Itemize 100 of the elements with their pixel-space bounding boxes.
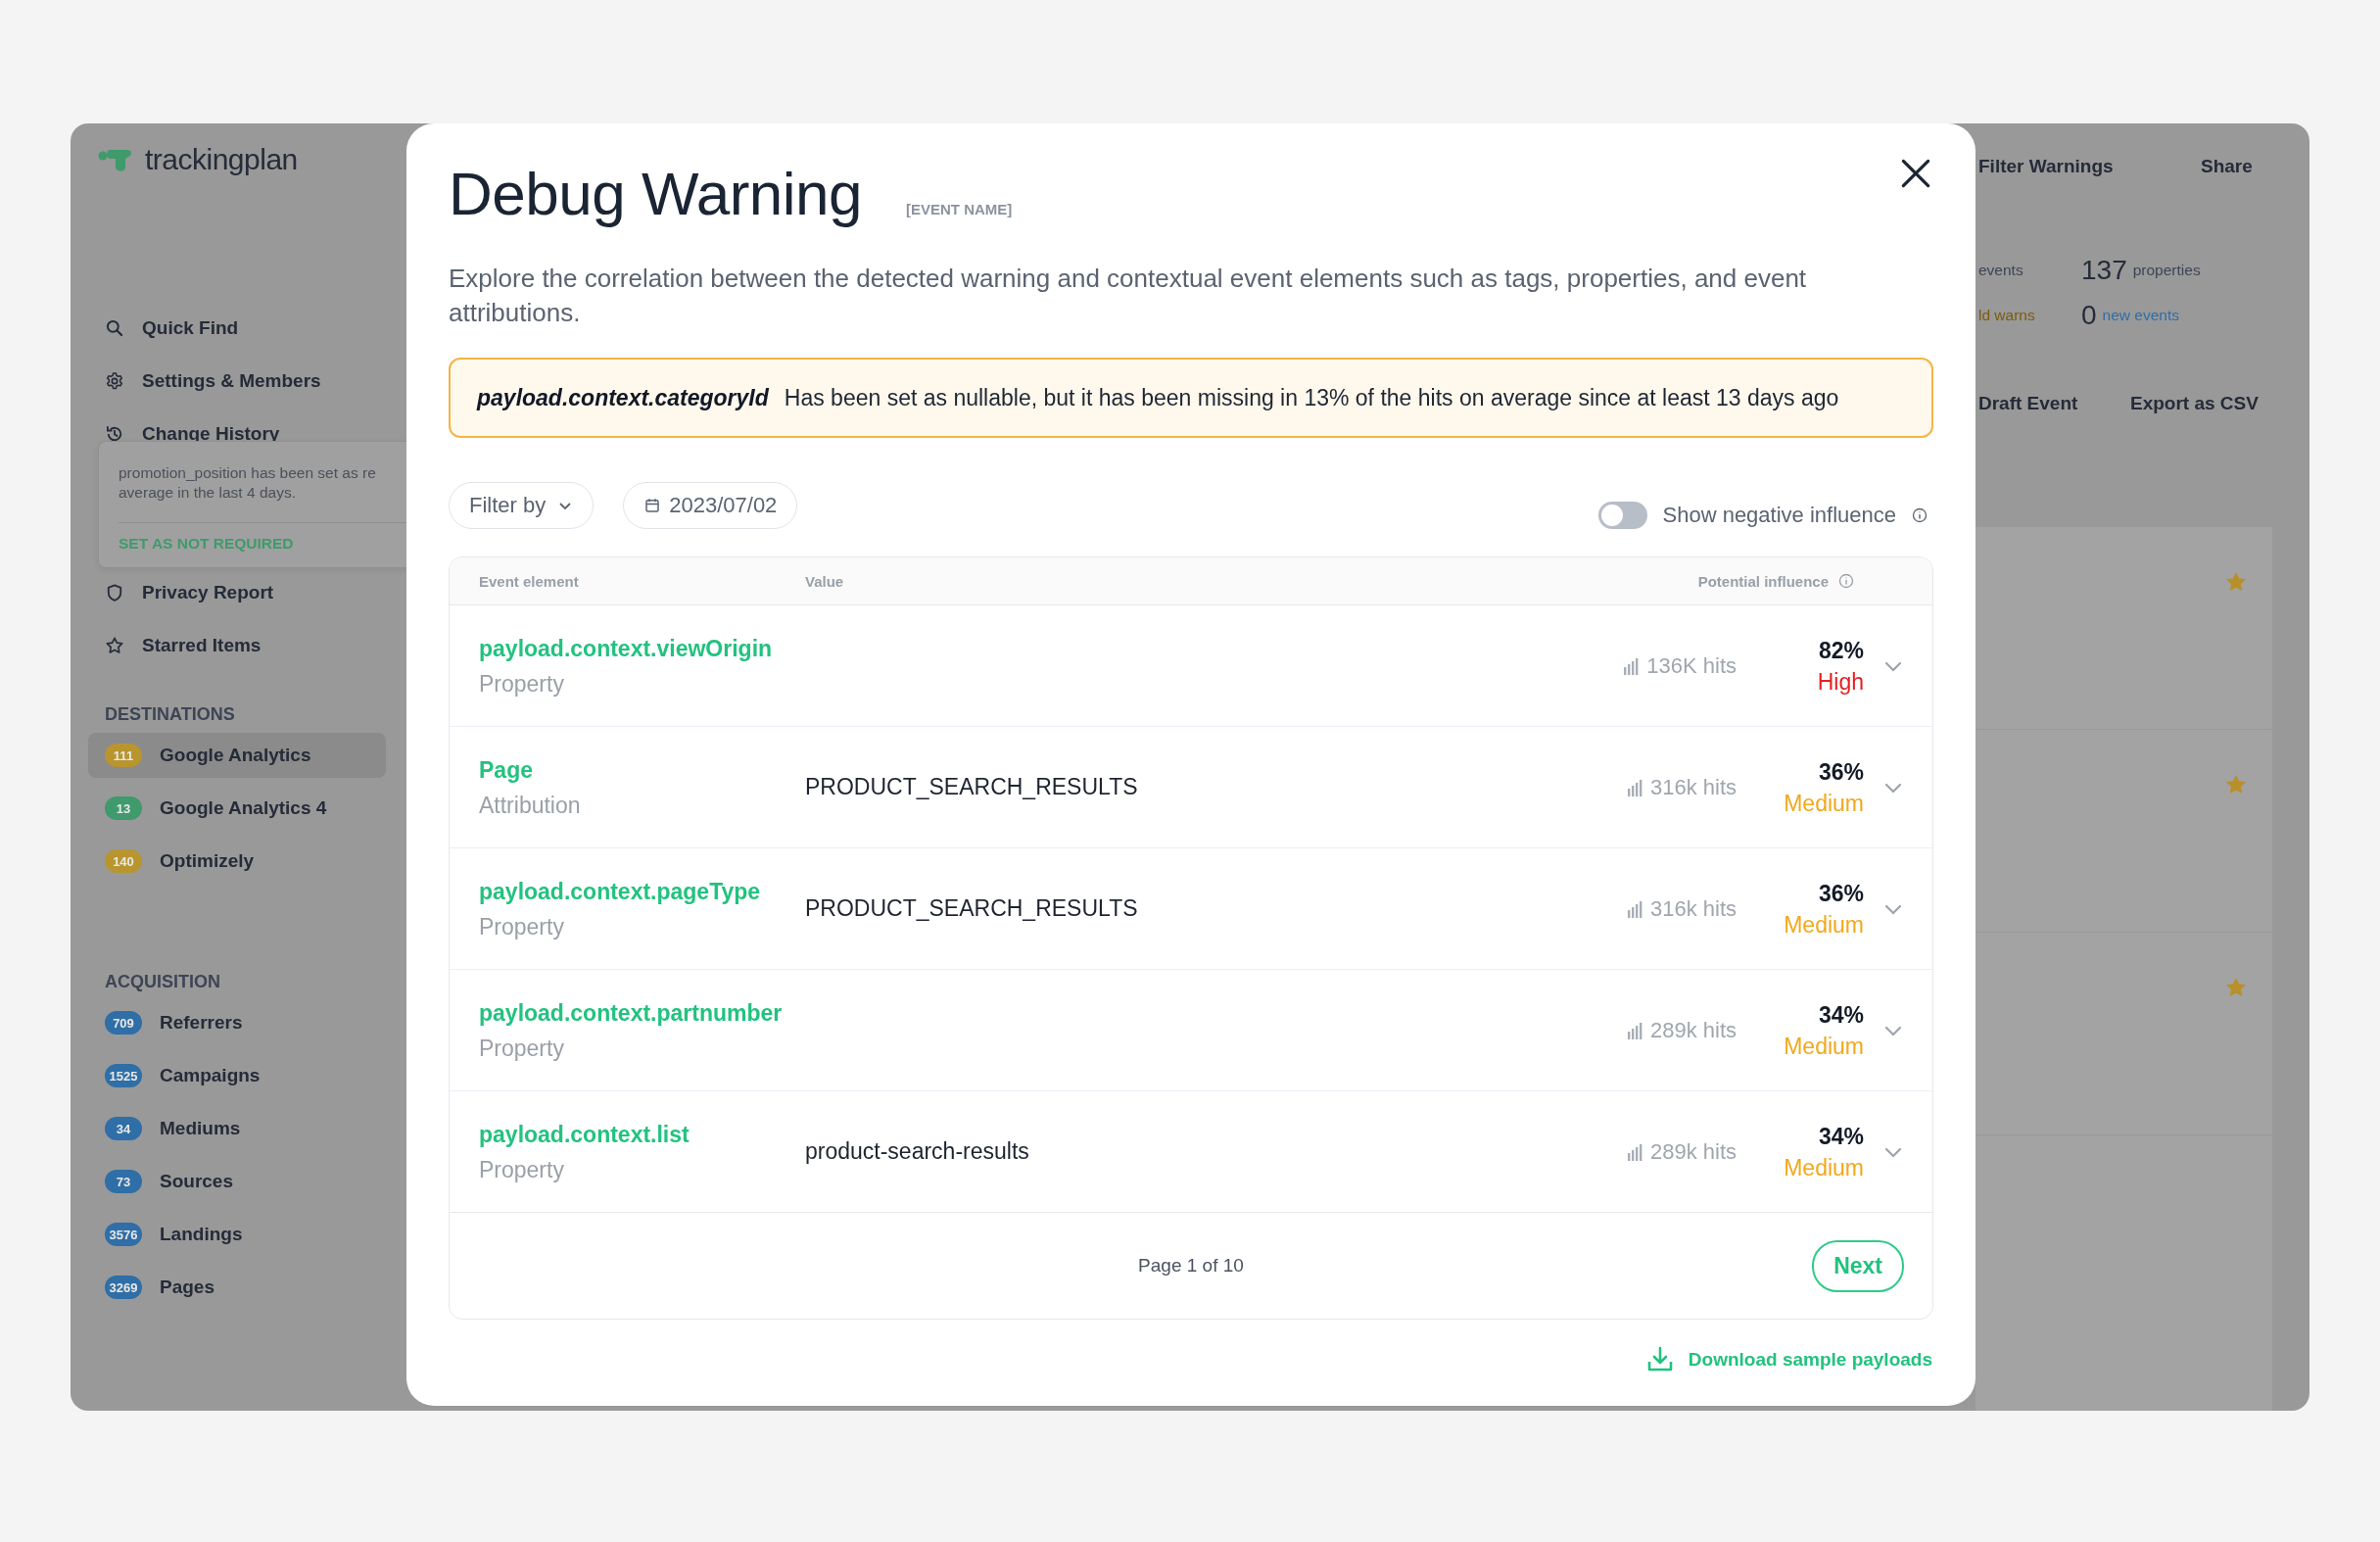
date-picker-button[interactable]: 2023/07/02 xyxy=(623,482,798,529)
nav-item[interactable]: Quick Find xyxy=(71,302,404,355)
info-icon xyxy=(1838,573,1854,589)
share-button[interactable]: Share xyxy=(2201,156,2253,177)
element-type: Attribution xyxy=(479,791,582,820)
item-label: Google Analytics xyxy=(160,745,311,766)
element-type: Property xyxy=(479,912,565,941)
influence-percent: 82% xyxy=(1817,636,1864,665)
bar-chart-icon xyxy=(1626,778,1642,796)
count-badge: 13 xyxy=(105,796,142,820)
hits-count: 316k hits xyxy=(1649,774,1737,800)
info-icon xyxy=(1912,507,1928,523)
tooltip-text: promotion_position has been set as re xyxy=(119,463,377,483)
element-value: PRODUCT_SEARCH_RESULTS xyxy=(805,895,1138,921)
draft-event-button[interactable]: Draft Event xyxy=(1978,393,2130,414)
sidebar-item[interactable]: 111 Google Analytics xyxy=(88,733,386,778)
sidebar-item[interactable]: 34 Mediums xyxy=(88,1106,386,1151)
bar-chart-icon xyxy=(1626,1021,1642,1039)
filter-dropdown[interactable]: Filter by xyxy=(449,482,595,529)
export-csv-button[interactable]: Export as CSV xyxy=(2130,393,2259,414)
count-badge: 34 xyxy=(105,1117,142,1140)
hits-count: 316k hits xyxy=(1649,895,1737,922)
count-badge: 3576 xyxy=(105,1223,142,1246)
sidebar-item[interactable]: 3576 Landings xyxy=(88,1212,386,1257)
star-icon[interactable] xyxy=(2225,977,2247,998)
stat-label: properties xyxy=(2132,262,2201,279)
filter-warnings-button[interactable]: Filter Warnings xyxy=(1978,156,2201,177)
element-type: Property xyxy=(479,1155,565,1184)
star-icon[interactable] xyxy=(2225,571,2247,593)
logo-text: trackingplan xyxy=(145,143,298,176)
sidebar-item[interactable]: 709 Referrers xyxy=(88,1000,386,1045)
item-label: Landings xyxy=(160,1224,243,1245)
event-element-name: Page xyxy=(479,755,534,785)
count-badge: 1525 xyxy=(105,1064,142,1087)
sidebar-item[interactable]: 73 Sources xyxy=(88,1159,386,1204)
column-header: Potential influence xyxy=(1697,572,1829,590)
element-type: Property xyxy=(479,669,565,699)
bar-chart-icon xyxy=(1626,1142,1642,1161)
influence-level: Medium xyxy=(1783,1032,1864,1061)
hits-count: 289k hits xyxy=(1649,1017,1737,1043)
stat-label: new events xyxy=(2102,307,2179,324)
event-name-tag: [EVENT NAME] xyxy=(906,201,1013,217)
sidebar-item[interactable]: 1525 Campaigns xyxy=(88,1053,386,1098)
item-label: Campaigns xyxy=(160,1065,261,1086)
stat-value: 0 xyxy=(2081,300,2097,331)
negative-influence-toggle[interactable] xyxy=(1597,502,1647,529)
count-badge: 73 xyxy=(105,1170,142,1193)
influence-percent: 36% xyxy=(1817,757,1864,787)
section-heading: ACQUISITION xyxy=(104,971,221,993)
star-icon xyxy=(105,636,124,655)
modal-title: Debug Warning xyxy=(449,163,862,225)
stat-value: 137 xyxy=(2081,255,2127,286)
hits-count: 136K hits xyxy=(1646,652,1737,679)
influence-level: Medium xyxy=(1783,789,1864,818)
star-icon[interactable] xyxy=(2225,774,2247,795)
history-icon xyxy=(105,424,124,444)
column-header: Event element xyxy=(478,572,580,590)
item-label: Pages xyxy=(160,1277,214,1298)
event-element-name: payload.context.viewOrigin xyxy=(479,634,774,663)
influence-level: Medium xyxy=(1783,1153,1864,1182)
sidebar-item[interactable]: 13 Google Analytics 4 xyxy=(88,786,386,831)
stat-label: events xyxy=(1978,262,2024,279)
item-label: Referrers xyxy=(160,1012,243,1034)
event-element-name: payload.context.list xyxy=(479,1120,690,1149)
count-badge: 3269 xyxy=(105,1276,142,1299)
search-icon xyxy=(105,318,124,338)
section-heading: DESTINATIONS xyxy=(104,703,236,726)
warning-message: Has been set as nullable, but it has been missing in 13% of the hits on average since at least 13 days ago xyxy=(784,384,1839,411)
column-header: Value xyxy=(805,572,845,590)
influence-level: Medium xyxy=(1783,910,1864,940)
hits-count: 289k hits xyxy=(1649,1138,1737,1165)
nav-item[interactable]: Change History xyxy=(71,408,404,460)
nav-item[interactable]: Settings & Members xyxy=(71,355,404,408)
element-type: Property xyxy=(479,1034,565,1063)
event-element-name: payload.context.partnumber xyxy=(479,998,784,1028)
tooltip-text: average in the last 4 days. xyxy=(119,483,297,503)
warning-field: payload.context.categoryId xyxy=(477,384,769,411)
sidebar-item[interactable]: 140 Optimizely xyxy=(88,839,386,884)
stat-label: ld warns xyxy=(1978,307,2036,324)
element-value: PRODUCT_SEARCH_RESULTS xyxy=(805,774,1138,799)
count-badge: 709 xyxy=(105,1011,142,1035)
sidebar-item[interactable]: 3269 Pages xyxy=(88,1265,386,1310)
influence-percent: 34% xyxy=(1817,1122,1864,1151)
influence-percent: 36% xyxy=(1817,879,1864,908)
toggle-label: Show negative influence xyxy=(1662,503,1896,528)
settings-icon xyxy=(105,371,124,391)
item-label: Sources xyxy=(160,1171,233,1192)
influence-level: High xyxy=(1816,667,1864,697)
pagination-label: Page 1 of 10 xyxy=(1138,1255,1244,1276)
item-label: Mediums xyxy=(160,1118,241,1139)
element-value: product-search-results xyxy=(805,1138,1029,1164)
modal-description: Explore the correlation between the detected warning and contextual event elements such as tags, properties, and event attributions. xyxy=(449,263,1808,329)
influence-percent: 34% xyxy=(1817,1000,1864,1030)
nav-item[interactable]: Starred Items xyxy=(71,619,404,672)
bar-chart-icon xyxy=(1623,656,1640,675)
nav-item[interactable]: Privacy Report xyxy=(71,566,404,619)
item-label: Google Analytics 4 xyxy=(160,797,327,819)
count-badge: 111 xyxy=(105,744,142,767)
bar-chart-icon xyxy=(1626,899,1642,918)
calendar-icon xyxy=(643,497,662,514)
